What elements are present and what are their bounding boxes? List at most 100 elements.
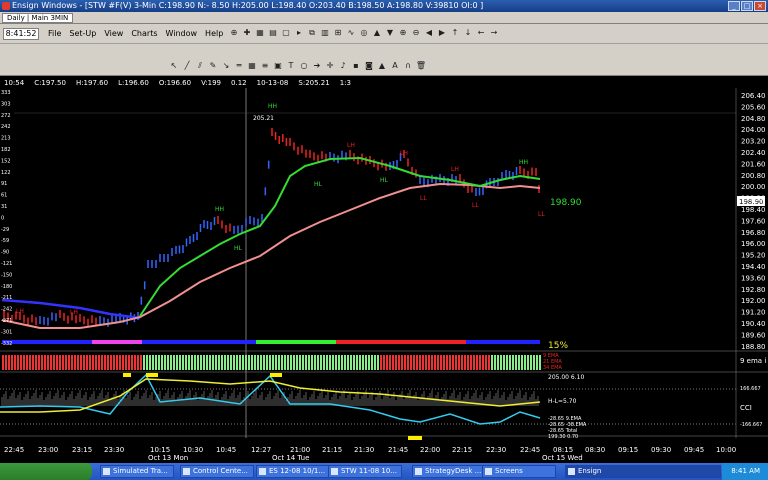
osc-value: 205.00 6.10 xyxy=(548,374,584,381)
run-icon[interactable]: ▸ xyxy=(293,27,305,39)
text-tool-icon[interactable]: T xyxy=(285,60,297,72)
ema-hist-bar xyxy=(371,355,373,370)
line-tool-icon[interactable]: ╱ xyxy=(181,60,193,72)
ema-hist-bar xyxy=(290,355,292,370)
taskbar-item[interactable]: Ensign xyxy=(565,465,721,478)
hline-tool-icon[interactable]: ═ xyxy=(233,60,245,72)
up-icon[interactable]: ▲ xyxy=(376,60,388,72)
date-label-wed: Oct 15 Wed xyxy=(542,454,583,462)
taskbar-item[interactable]: StrategyDesk ... xyxy=(412,465,486,478)
ema-hist-bar xyxy=(17,355,19,370)
price-axis-tick: 192.00 xyxy=(741,297,766,305)
down-arrow-icon[interactable]: ↓ xyxy=(462,27,474,39)
ema-hist-bar xyxy=(44,355,46,370)
font-icon[interactable]: A xyxy=(389,60,401,72)
trash-icon[interactable]: 🗑 xyxy=(415,60,427,72)
price-axis-tick: 194.40 xyxy=(741,263,766,271)
drawing-icon[interactable]: ⊕ xyxy=(228,27,240,39)
minimize-button[interactable]: _ xyxy=(728,1,740,11)
grid-icon[interactable]: ▦ xyxy=(254,27,266,39)
taskbar-item[interactable]: Simulated Tra... xyxy=(100,465,174,478)
ema-hist-bar xyxy=(185,355,187,370)
ema-hist-bar xyxy=(377,355,379,370)
date-label-tue: Oct 14 Tue xyxy=(272,454,309,462)
ema-hist-bar xyxy=(521,355,523,370)
ema-hist-bar xyxy=(239,355,241,370)
close-button[interactable]: × xyxy=(754,1,766,11)
price-axis: 206.40 205.60 204.80 204.00 203.20 202.40 201.… xyxy=(741,92,766,351)
ema-hist-bar xyxy=(164,355,166,370)
page-icon[interactable]: ▢ xyxy=(280,27,292,39)
wave-icon[interactable]: ∿ xyxy=(345,27,357,39)
triangle-down-icon[interactable]: ▼ xyxy=(384,27,396,39)
ema-hist-bar xyxy=(431,355,433,370)
menu-help[interactable]: Help xyxy=(205,29,223,38)
scroll-left-icon[interactable]: ◀ xyxy=(423,27,435,39)
lock-icon[interactable]: ▪ xyxy=(350,60,362,72)
target-icon[interactable]: ◎ xyxy=(358,27,370,39)
parallel-tool-icon[interactable]: ⫽ xyxy=(194,60,206,72)
table-icon[interactable]: ▤ xyxy=(267,27,279,39)
ema-hist-bar xyxy=(23,355,25,370)
taskbar-item[interactable]: STW 11-08 10... xyxy=(328,465,402,478)
ema-hist-bar xyxy=(467,355,469,370)
ema-hist-bar xyxy=(452,355,454,370)
time-axis-tick: 21:30 xyxy=(354,446,374,454)
ray-tool-icon[interactable]: ↘ xyxy=(220,60,232,72)
arrow-tool-icon[interactable]: ➔ xyxy=(311,60,323,72)
time-axis-tick: 22:30 xyxy=(486,446,506,454)
left-axis-tick: -180 xyxy=(1,284,12,290)
tab-daily-main[interactable]: Daily | Main 3MIN xyxy=(2,13,74,23)
svg-text:HL: HL xyxy=(234,245,243,252)
camera-icon[interactable]: ◙ xyxy=(363,60,375,72)
ema-hist-bar xyxy=(440,355,442,370)
time-axis-tick: 23:15 xyxy=(72,446,92,454)
gann-tool-icon[interactable]: ✛ xyxy=(324,60,336,72)
ema-hist-bar xyxy=(2,355,4,370)
fib-tool-icon[interactable]: ≡ xyxy=(259,60,271,72)
box-tool-icon[interactable]: ▣ xyxy=(272,60,284,72)
ema-hist-bar xyxy=(296,355,298,370)
menu-window[interactable]: Window xyxy=(166,29,198,38)
up-arrow-icon[interactable]: ↑ xyxy=(449,27,461,39)
chart-area[interactable]: 10:54 C:197.50 H:197.60 L:196.60 O:196.6… xyxy=(0,76,768,463)
left-axis-tick: 333 xyxy=(1,90,11,96)
pen-tool-icon[interactable]: ✎ xyxy=(207,60,219,72)
price-axis-tick: 205.60 xyxy=(741,103,766,111)
menu-view[interactable]: View xyxy=(104,29,123,38)
chart-icon[interactable]: ▥ xyxy=(319,27,331,39)
ema-hist-bar xyxy=(455,355,457,370)
ema-hist-bar xyxy=(362,355,364,370)
pointer-icon[interactable]: ↖ xyxy=(168,60,180,72)
zoom-out-icon[interactable]: ⊖ xyxy=(410,27,422,39)
ema-hist-bar xyxy=(479,355,481,370)
taskbar-item[interactable]: Control Cente... xyxy=(180,465,254,478)
taskbar-item[interactable]: Screens xyxy=(482,465,556,478)
price-chart-svg: HH 205.21 HH HL HL LH LH LH HL LL LL HH … xyxy=(0,88,768,462)
menu-charts[interactable]: Charts xyxy=(131,29,157,38)
menu-setup[interactable]: Set-Up xyxy=(69,29,96,38)
zoom-in-icon[interactable]: ⊕ xyxy=(397,27,409,39)
magnet-icon[interactable]: ∩ xyxy=(402,60,414,72)
menu-file[interactable]: File xyxy=(48,29,61,38)
drawing-toolbar: ↖ ╱ ⫽ ✎ ↘ ═ ▦ ≡ ▣ T ○ ➔ ✛ ♪ ▪ ◙ ▲ A ∩ 🗑 xyxy=(0,44,768,76)
left-arrow-icon[interactable]: ← xyxy=(475,27,487,39)
triangle-up-icon[interactable]: ▲ xyxy=(371,27,383,39)
grid-tool-icon[interactable]: ▦ xyxy=(246,60,258,72)
taskbar-item[interactable]: ES 12-08 10/1... xyxy=(256,465,330,478)
circle-tool-icon[interactable]: ○ xyxy=(298,60,310,72)
ema-hist-bar xyxy=(125,355,127,370)
maximize-button[interactable]: □ xyxy=(741,1,753,11)
cross-icon[interactable]: ✚ xyxy=(241,27,253,39)
start-button[interactable] xyxy=(0,463,92,480)
ema-hist-bar xyxy=(35,355,37,370)
scroll-right-icon[interactable]: ▶ xyxy=(436,27,448,39)
ruler-icon[interactable]: ⊞ xyxy=(332,27,344,39)
copy-icon[interactable]: ⧉ xyxy=(306,27,318,39)
right-arrow-icon[interactable]: → xyxy=(488,27,500,39)
ema-hist-bar xyxy=(491,355,493,370)
bell-icon[interactable]: ♪ xyxy=(337,60,349,72)
ema-hist-bar xyxy=(470,355,472,370)
ema-hist-bar xyxy=(365,355,367,370)
ema-hist-bar xyxy=(89,355,91,370)
